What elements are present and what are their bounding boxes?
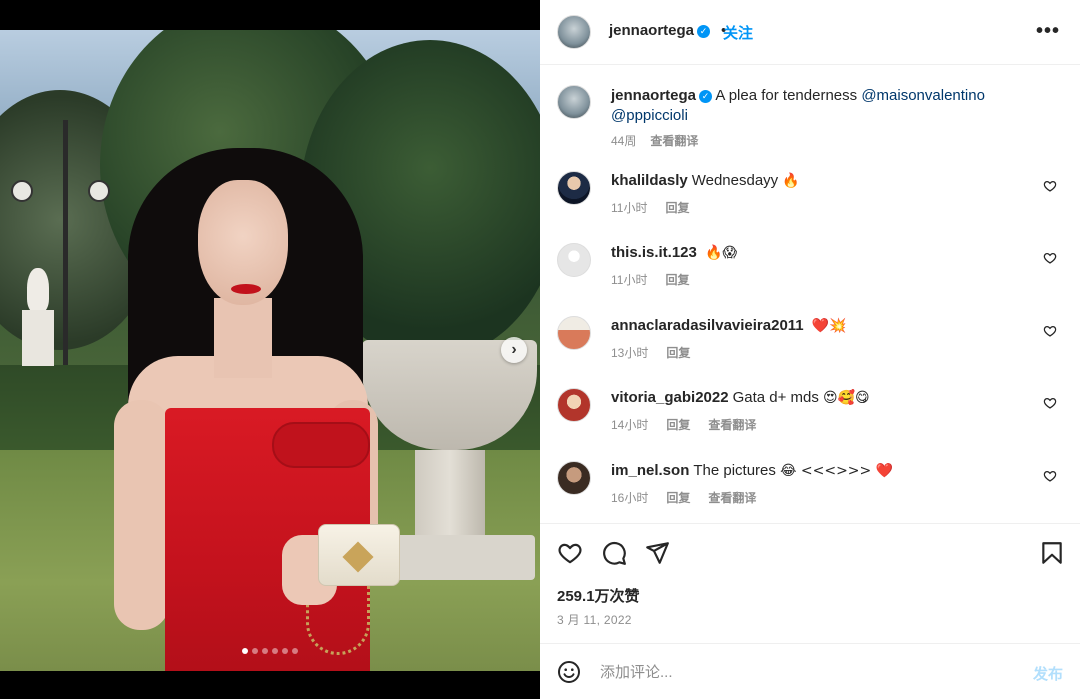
carousel-dot — [242, 648, 248, 654]
comment-item: im_nel.son The pictures 😂 <<<>>> ❤️ 16小时 回复… — [557, 461, 1067, 521]
post-photo[interactable] — [0, 30, 540, 671]
comment-item: khalildasly Wednesdayy 🔥 11小时 回复 — [557, 171, 1067, 231]
carousel-dot — [282, 648, 288, 654]
carousel-next-button[interactable]: › — [501, 337, 527, 363]
comment-input[interactable] — [600, 660, 1000, 684]
comments-scroll[interactable]: jennaortega ✓ A plea for tenderness @mais… — [540, 65, 1080, 523]
avatar[interactable] — [557, 85, 591, 119]
comment-composer: 发布 — [540, 643, 1080, 699]
timestamp[interactable]: 44周 — [611, 132, 636, 149]
comment-body: Wednesdayy — [691, 172, 779, 189]
comment-like-heart-icon[interactable] — [1043, 396, 1057, 410]
username-label[interactable]: jennaortega — [609, 22, 694, 39]
post-comment-button[interactable]: 发布 — [1033, 663, 1063, 684]
carousel-dot — [262, 648, 268, 654]
comment-meta: 14小时 回复 查看翻译 — [611, 416, 756, 433]
caption-text: jennaortega ✓ A plea for tenderness @mais… — [611, 86, 1031, 126]
comment-username[interactable]: this.is.it.123 — [611, 244, 697, 261]
timestamp[interactable]: 13小时 — [611, 344, 648, 361]
see-translation-button[interactable]: 查看翻译 — [708, 489, 756, 506]
comment-username[interactable]: vitoria_gabi2022 — [611, 389, 729, 406]
action-bar: 259.1万次赞 3 月 11, 2022 — [540, 523, 1080, 643]
comment-like-heart-icon[interactable] — [1043, 251, 1057, 265]
follow-button[interactable]: 关注 — [723, 22, 753, 43]
avatar[interactable] — [557, 243, 591, 277]
comment-item: vitoria_gabi2022 Gata d+ mds 😍🥰😋 14小时 回复 查看翻… — [557, 388, 1067, 448]
avatar[interactable] — [557, 461, 591, 495]
reply-button[interactable]: 回复 — [666, 344, 690, 361]
mention-link[interactable]: @maisonvalentino — [861, 87, 985, 104]
comment-text: this.is.it.123 🔥😱 — [611, 244, 737, 261]
post-media: › — [0, 0, 540, 699]
avatar[interactable] — [557, 316, 591, 350]
chevron-right-icon: › — [511, 341, 517, 358]
comment-like-heart-icon[interactable] — [1043, 324, 1057, 338]
timestamp[interactable]: 11小时 — [611, 199, 647, 216]
comment-item: this.is.it.123 🔥😱 11小时 回复 — [557, 243, 1067, 303]
carousel-dot — [292, 648, 298, 654]
comment-meta: 11小时 回复 — [611, 199, 689, 216]
comment-meta: 16小时 回复 查看翻译 — [611, 489, 756, 506]
comment-like-heart-icon[interactable] — [1043, 469, 1057, 483]
like-count[interactable]: 259.1万次赞 — [557, 585, 640, 606]
comment-item: annaclaradasilvavieira2011 ❤️💥 13小时 回复 — [557, 316, 1067, 376]
verified-badge-icon: ✓ — [697, 25, 711, 38]
comment-username[interactable]: khalildasly — [611, 172, 688, 189]
comment-emoji: ❤️💥 — [811, 318, 847, 334]
comment-meta: 13小时 回复 — [611, 344, 690, 361]
comment-like-heart-icon[interactable] — [1043, 179, 1057, 193]
comment-username[interactable]: im_nel.son — [611, 462, 689, 479]
comment-emoji: 😍🥰😋 — [823, 390, 870, 406]
comment-text: vitoria_gabi2022 Gata d+ mds 😍🥰😋 — [611, 389, 870, 406]
timestamp[interactable]: 14小时 — [611, 416, 648, 433]
more-options-icon[interactable]: ••• — [1036, 20, 1060, 43]
reply-button[interactable]: 回复 — [666, 416, 690, 433]
post-author[interactable]: jennaortega ✓ — [609, 22, 711, 39]
reply-button[interactable]: 回复 — [666, 489, 690, 506]
reply-button[interactable]: 回复 — [665, 199, 689, 216]
heart-icon[interactable] — [557, 540, 583, 566]
timestamp[interactable]: 16小时 — [611, 489, 648, 506]
see-translation-button[interactable]: 查看翻译 — [708, 416, 756, 433]
reply-button[interactable]: 回复 — [665, 271, 689, 288]
see-translation-button[interactable]: 查看翻译 — [650, 132, 698, 149]
comment-text: annaclaradasilvavieira2011 ❤️💥 — [611, 317, 847, 334]
post-date[interactable]: 3 月 11, 2022 — [557, 611, 632, 628]
carousel-dot — [252, 648, 258, 654]
comment-emoji: 🔥 — [782, 173, 800, 189]
avatar[interactable] — [557, 15, 591, 49]
comment-text: im_nel.son The pictures 😂 <<<>>> ❤️ — [611, 462, 893, 479]
comment-emoji: 🔥😱 — [705, 245, 738, 261]
caption-username[interactable]: jennaortega — [611, 87, 696, 104]
caption-body: A plea for tenderness — [715, 87, 858, 104]
comment-meta: 11小时 回复 — [611, 271, 689, 288]
verified-badge-icon: ✓ — [699, 90, 713, 103]
avatar[interactable] — [557, 388, 591, 422]
emoji-smile-icon[interactable] — [557, 660, 581, 684]
caption-meta: 44周 查看翻译 — [611, 132, 698, 149]
comment-body: The pictures — [693, 462, 776, 479]
comment-emoji: 😂 <<<>>> ❤️ — [780, 463, 894, 479]
paper-plane-icon[interactable] — [644, 540, 670, 566]
carousel-dot — [272, 648, 278, 654]
bookmark-icon[interactable] — [1039, 540, 1065, 566]
comment-body: Gata d+ mds — [732, 389, 819, 406]
avatar[interactable] — [557, 171, 591, 205]
comment-username[interactable]: annaclaradasilvavieira2011 — [611, 317, 804, 334]
carousel-indicator — [0, 648, 540, 654]
comment-bubble-icon[interactable] — [601, 540, 627, 566]
timestamp[interactable]: 11小时 — [611, 271, 647, 288]
post-panel: jennaortega ✓ • 关注 ••• jennaortega ✓ A ple… — [540, 0, 1080, 699]
mention-link[interactable]: @pppiccioli — [611, 107, 688, 124]
post-header: jennaortega ✓ • 关注 ••• — [540, 0, 1080, 65]
comment-text: khalildasly Wednesdayy 🔥 — [611, 172, 800, 189]
